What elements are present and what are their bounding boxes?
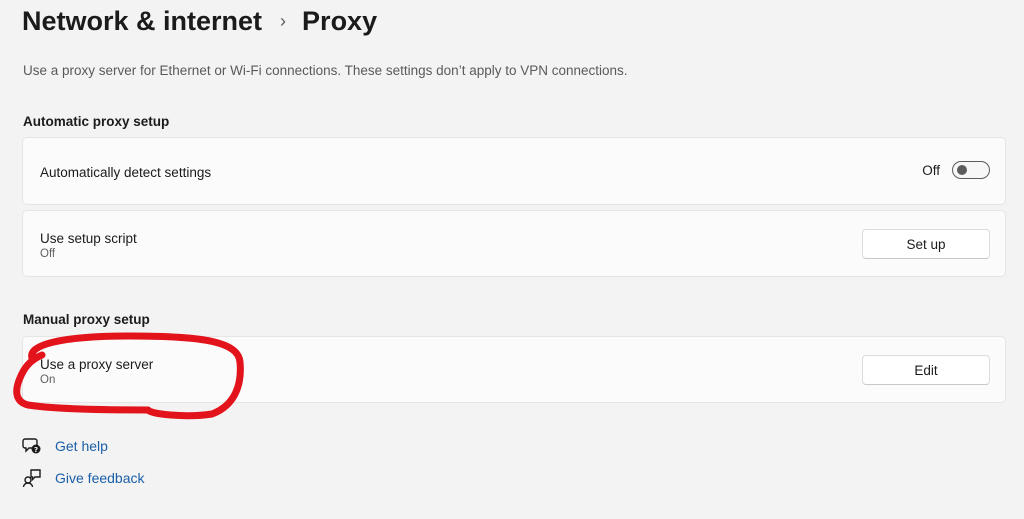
svg-text:?: ? xyxy=(34,446,38,454)
page-title: Proxy xyxy=(302,6,378,36)
page-description: Use a proxy server for Ethernet or Wi-Fi… xyxy=(23,63,628,78)
proxy-server-edit-button[interactable]: Edit xyxy=(862,355,990,385)
breadcrumb: Network & internet › Proxy xyxy=(22,6,377,37)
breadcrumb-parent-network-internet[interactable]: Network & internet xyxy=(22,6,262,37)
give-feedback-link[interactable]: Give feedback xyxy=(55,470,145,486)
setup-script-title: Use setup script xyxy=(40,231,137,246)
help-chat-icon: ? xyxy=(22,436,42,456)
auto-detect-title: Automatically detect settings xyxy=(40,165,212,180)
setup-script-status: Off xyxy=(40,248,56,260)
section-title-automatic-proxy: Automatic proxy setup xyxy=(23,114,170,129)
chevron-right-icon: › xyxy=(280,11,287,31)
setting-card-setup-script: Use setup script Off Set up xyxy=(22,210,1006,277)
setup-script-setup-button[interactable]: Set up xyxy=(862,229,990,259)
auto-detect-toggle-label: Off xyxy=(922,162,940,178)
setting-card-proxy-server: Use a proxy server On Edit xyxy=(22,336,1006,403)
proxy-server-title: Use a proxy server xyxy=(40,357,154,372)
proxy-server-status: On xyxy=(40,374,56,386)
give-feedback-row[interactable]: Give feedback xyxy=(22,468,145,488)
auto-detect-toggle-group[interactable]: Off xyxy=(922,161,990,179)
auto-detect-toggle[interactable] xyxy=(952,161,990,179)
toggle-knob xyxy=(957,165,967,175)
section-title-manual-proxy: Manual proxy setup xyxy=(23,312,150,327)
get-help-link[interactable]: Get help xyxy=(55,438,108,454)
get-help-row[interactable]: ? Get help xyxy=(22,436,108,456)
setting-card-auto-detect: Automatically detect settings Off xyxy=(22,137,1006,205)
feedback-icon xyxy=(22,468,42,488)
